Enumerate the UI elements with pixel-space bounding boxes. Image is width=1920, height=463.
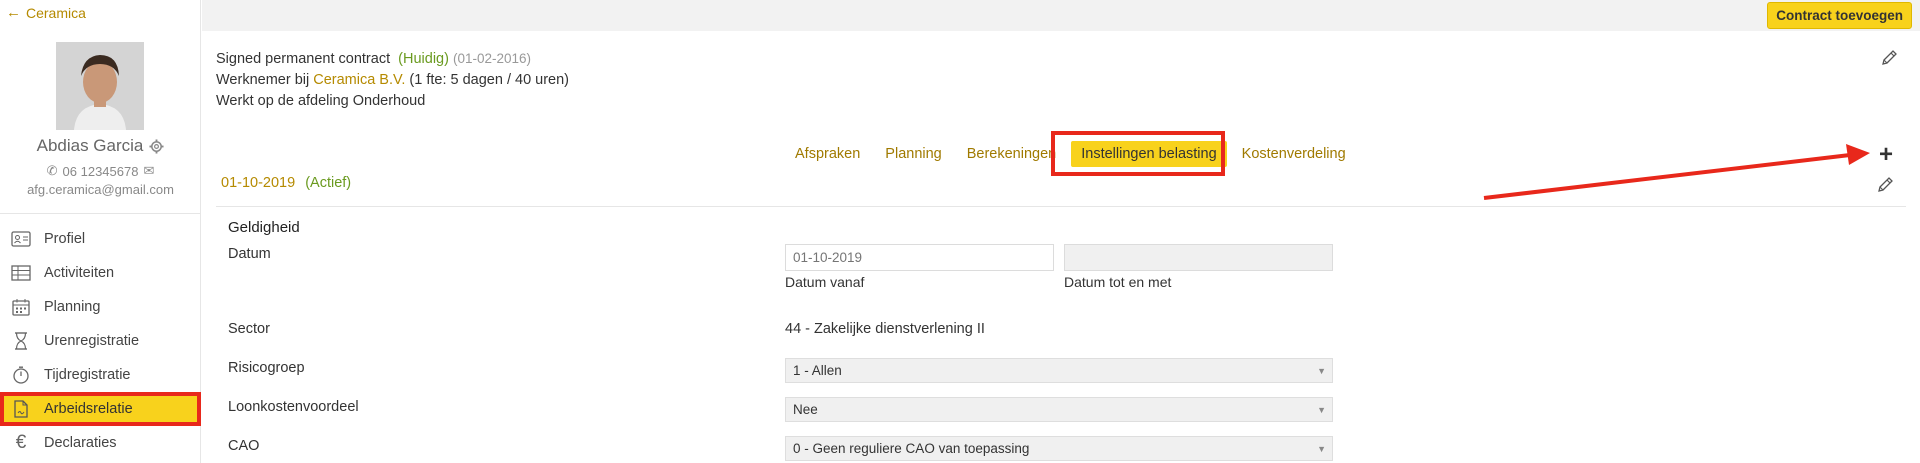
- calendar-icon: [10, 296, 32, 318]
- sidebar-item-label: Urenregistratie: [44, 333, 140, 349]
- phone-icon: ✆: [46, 163, 58, 178]
- back-link-label: Ceramica: [26, 5, 86, 21]
- cao-select[interactable]: 0 - Geen reguliere CAO van toepassing ▼: [785, 436, 1333, 461]
- user-contact-row: ✆ 06 12345678 ✉: [0, 163, 201, 179]
- date-from-hint: Datum vanaf: [785, 274, 865, 290]
- sidebar-nav: Profiel Activiteiten Planning Urenregist…: [0, 222, 201, 460]
- arrow-left-icon: ←: [6, 4, 21, 21]
- date-from-input[interactable]: [785, 244, 1054, 271]
- sidebar-item-label: Planning: [44, 299, 101, 315]
- section-title: Geldigheid: [228, 219, 300, 236]
- period-state: (Actief): [305, 175, 352, 191]
- contract-title: Signed permanent contract: [216, 51, 391, 67]
- sidebar-item-activiteiten[interactable]: Activiteiten: [0, 256, 201, 290]
- top-bar: Contract toevoegen: [202, 0, 1920, 31]
- user-name: Abdias Garcia: [36, 136, 144, 155]
- sidebar-item-tijdregistratie[interactable]: Tijdregistratie: [0, 358, 201, 392]
- date-to-input[interactable]: [1064, 244, 1333, 271]
- back-link[interactable]: ← Ceramica: [6, 5, 86, 21]
- sidebar-item-declaraties[interactable]: € Declaraties: [0, 426, 201, 460]
- company-link[interactable]: Ceramica B.V.: [313, 72, 405, 88]
- tab-planning[interactable]: Planning: [875, 141, 951, 167]
- pencil-icon[interactable]: [1880, 49, 1898, 67]
- sidebar-item-label: Declaraties: [44, 435, 117, 451]
- sidebar: ← Ceramica Abdias Garcia ✆ 06 12345678 ✉…: [0, 0, 201, 463]
- avatar: [56, 42, 144, 130]
- period-header: 01-10-2019 (Actief): [221, 175, 351, 191]
- tab-afspraken[interactable]: Afspraken: [785, 141, 870, 167]
- document-icon: [10, 398, 32, 420]
- user-name-row: Abdias Garcia: [0, 136, 201, 156]
- mail-icon[interactable]: ✉: [143, 163, 154, 179]
- sidebar-item-planning[interactable]: Planning: [0, 290, 201, 324]
- caret-down-icon: ▼: [1317, 444, 1326, 454]
- cao-label: CAO: [228, 438, 260, 454]
- sidebar-item-label: Profiel: [44, 231, 86, 247]
- plus-icon[interactable]: +: [1879, 143, 1893, 167]
- euro-icon: €: [15, 432, 27, 453]
- sidebar-item-label: Arbeidsrelatie: [44, 401, 133, 417]
- cao-value: 0 - Geen reguliere CAO van toepassing: [793, 441, 1030, 456]
- datum-label: Datum: [228, 246, 271, 262]
- employee-prefix: Werknemer bij: [216, 72, 310, 88]
- caret-down-icon: ▼: [1317, 366, 1326, 376]
- annotation-highlight-box: [1051, 131, 1225, 176]
- stopwatch-icon: [10, 364, 32, 386]
- contract-department: Werkt op de afdeling Onderhoud: [216, 93, 426, 109]
- wage-advantage-value: Nee: [793, 402, 818, 417]
- sector-label: Sector: [228, 321, 270, 337]
- gear-icon[interactable]: [149, 138, 164, 154]
- sidebar-item-arbeidsrelatie[interactable]: Arbeidsrelatie: [0, 392, 201, 426]
- sidebar-divider: [0, 213, 201, 214]
- pencil-icon[interactable]: [1876, 176, 1894, 194]
- contract-fte: (1 fte: 5 dagen / 40 uren): [409, 72, 570, 88]
- risk-group-select[interactable]: 1 - Allen ▼: [785, 358, 1333, 383]
- table-icon: [10, 262, 32, 284]
- add-contract-button[interactable]: Contract toevoegen: [1767, 2, 1912, 29]
- contract-title-row: Signed permanent contract (Huidig) (01-0…: [216, 48, 569, 70]
- user-phone: 06 12345678: [62, 163, 139, 179]
- wage-advantage-label: Loonkostenvoordeel: [228, 399, 359, 415]
- wage-advantage-select[interactable]: Nee ▼: [785, 397, 1333, 422]
- sector-value: 44 - Zakelijke dienstverlening II: [785, 321, 985, 337]
- contract-employer-row: Werknemer bij Ceramica B.V. (1 fte: 5 da…: [216, 70, 569, 91]
- sidebar-item-profiel[interactable]: Profiel: [0, 222, 201, 256]
- sidebar-item-urenregistratie[interactable]: Urenregistratie: [0, 324, 201, 358]
- period-divider: [216, 206, 1906, 207]
- tab-berekeningen[interactable]: Berekeningen: [957, 141, 1067, 167]
- tab-kostenverdeling[interactable]: Kostenverdeling: [1232, 141, 1356, 167]
- sidebar-item-label: Activiteiten: [44, 265, 115, 281]
- caret-down-icon: ▼: [1317, 405, 1326, 415]
- sidebar-item-label: Tijdregistratie: [44, 367, 131, 383]
- risk-group-label: Risicogroep: [228, 360, 305, 376]
- user-email: afg.ceramica@gmail.com: [27, 182, 174, 197]
- date-to-hint: Datum tot en met: [1064, 274, 1172, 290]
- risk-group-value: 1 - Allen: [793, 363, 842, 378]
- contract-date: (01-02-2016): [452, 51, 532, 66]
- contract-status: (Huidig): [398, 51, 449, 67]
- profile-card-icon: [10, 228, 32, 250]
- contract-summary: Signed permanent contract (Huidig) (01-0…: [216, 48, 569, 112]
- hourglass-icon: [10, 330, 32, 352]
- period-date: 01-10-2019: [221, 175, 296, 191]
